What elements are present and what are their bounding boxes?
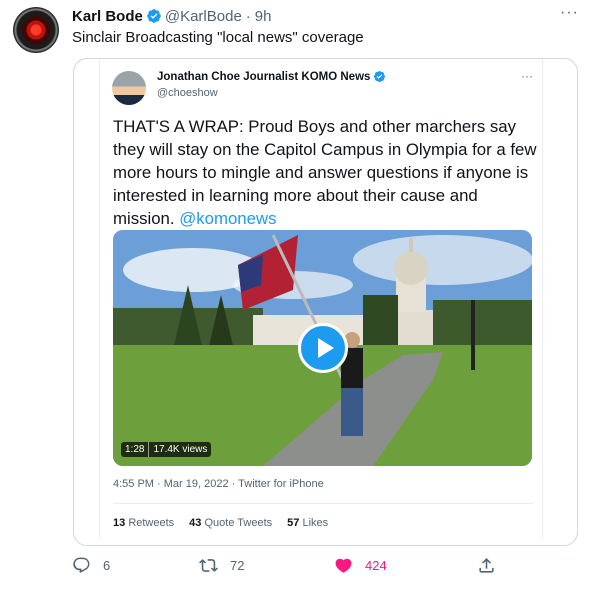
video-duration: 1:28 — [121, 442, 149, 457]
more-options-icon[interactable]: ··· — [560, 4, 579, 22]
like-count: 424 — [365, 558, 387, 573]
timestamp[interactable]: 9h — [255, 8, 272, 25]
retweet-icon — [199, 559, 218, 572]
video-views: 17.4K views — [148, 442, 212, 457]
reply-icon — [73, 557, 90, 574]
video-badges: 1:28 17.4K views — [121, 442, 212, 457]
quoted-handle[interactable]: @choeshow — [157, 87, 218, 99]
likes-label: Likes — [302, 517, 329, 529]
quote-tweets-count: 43 — [189, 517, 202, 529]
action-bar: 6 72 424 — [72, 556, 512, 584]
handle[interactable]: @KarlBode — [165, 8, 242, 25]
quoted-tweet-text: THAT'S A WRAP: Proud Boys and other marc… — [113, 115, 543, 230]
quoted-more-options-icon[interactable]: ··· — [521, 69, 533, 83]
tweet[interactable]: Karl Bode @KarlBode · 9h ··· Sinclair Br… — [0, 0, 593, 599]
tweet-header: Karl Bode @KarlBode · 9h — [72, 6, 271, 26]
separator-dot: · — [245, 7, 251, 25]
avatar[interactable] — [13, 7, 59, 53]
share-icon — [479, 558, 494, 573]
retweets-count: 13 — [113, 517, 126, 529]
quoted-text-body: THAT'S A WRAP: Proud Boys and other marc… — [113, 117, 537, 228]
heart-icon — [335, 558, 352, 573]
video-player[interactable]: 1:28 17.4K views — [113, 230, 532, 466]
quoted-tweet-card[interactable]: Jonathan Choe Journalist KOMO News @choe… — [73, 58, 578, 546]
mention-link[interactable]: @komonews — [179, 209, 276, 228]
retweet-button[interactable]: 72 — [199, 556, 244, 575]
like-button[interactable]: 424 — [334, 556, 387, 575]
share-button[interactable] — [477, 556, 508, 575]
embedded-tweet: Jonathan Choe Journalist KOMO News @choe… — [99, 59, 543, 539]
quoted-display-name[interactable]: Jonathan Choe Journalist KOMO News — [157, 71, 370, 83]
likes-stat[interactable]: 57 Likes — [287, 517, 328, 529]
quoted-avatar[interactable] — [112, 71, 146, 105]
verified-badge-icon — [147, 9, 161, 23]
quote-tweets-stat[interactable]: 43 Quote Tweets — [189, 517, 272, 529]
quoted-verified-badge-icon — [374, 70, 386, 83]
tweet-text: Sinclair Broadcasting "local news" cover… — [72, 29, 364, 46]
reply-button[interactable]: 6 — [72, 556, 110, 575]
retweet-count: 72 — [230, 558, 245, 573]
divider — [113, 503, 533, 504]
quote-tweets-label: Quote Tweets — [204, 517, 273, 529]
reply-count: 6 — [103, 558, 111, 573]
retweets-label: Retweets — [128, 517, 175, 529]
quoted-stats: 13 Retweets 43 Quote Tweets 57 Likes — [113, 517, 343, 529]
quoted-header: Jonathan Choe Journalist KOMO News — [157, 70, 389, 83]
quoted-timestamp-source[interactable]: 4:55 PM · Mar 19, 2022 · Twitter for iPh… — [113, 478, 324, 490]
display-name[interactable]: Karl Bode — [72, 8, 143, 25]
play-icon[interactable] — [298, 323, 348, 373]
likes-count: 57 — [287, 517, 300, 529]
retweets-stat[interactable]: 13 Retweets — [113, 517, 174, 529]
